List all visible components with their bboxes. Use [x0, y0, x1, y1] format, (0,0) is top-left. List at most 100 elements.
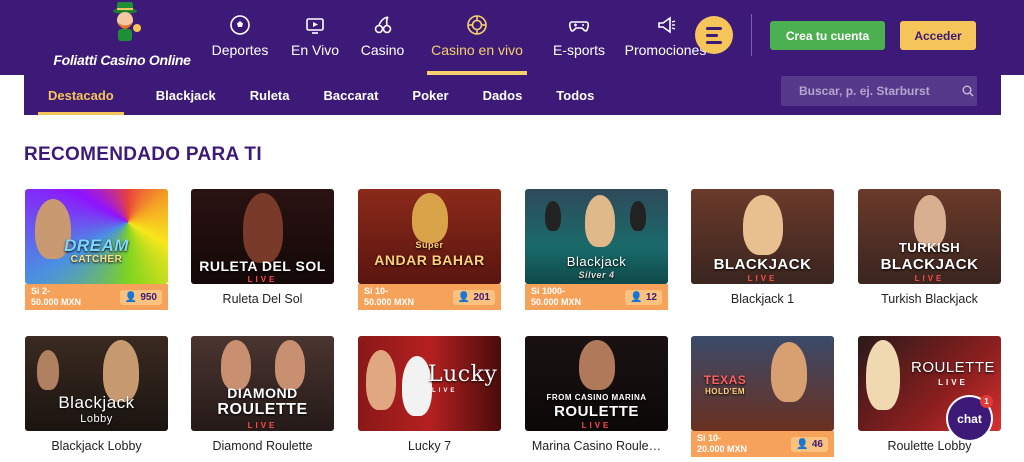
bet-range-line: 50.000 MXN [531, 297, 582, 307]
game-art-subtitle: BLACKJACK [880, 256, 979, 273]
game-name: Roulette Lobby [887, 439, 972, 453]
game-card-diamond-roulette[interactable]: DIAMOND ROULETTE LIVE Diamond Roulette [191, 336, 334, 453]
live-badge: LIVE [581, 421, 612, 430]
live-badge: LIVE [914, 274, 945, 283]
bet-range-line: 50.000 MXN [31, 297, 82, 307]
top-header: Foliatti Casino Online Deportes En Vivo … [0, 0, 1024, 75]
brand-logo[interactable]: Foliatti Casino Online [52, 0, 192, 72]
game-thumbnail: Super ANDAR BAHAR [358, 189, 501, 284]
game-art-title: Blackjack [566, 254, 627, 269]
game-thumbnail: TEXAS HOLD'EM [691, 336, 834, 431]
game-thumbnail: TURKISH BLACKJACK LIVE [858, 189, 1001, 284]
chat-button[interactable]: chat 1 [948, 395, 993, 440]
category-tabs: Destacado Blackjack Ruleta Baccarat Poke… [24, 75, 594, 115]
live-badge: LIVE [938, 378, 968, 387]
bet-range: Si 1000- 50.000 MXN [531, 286, 581, 308]
game-art-subtitle: Silver 4 [578, 270, 615, 280]
gamepad-icon [568, 21, 590, 32]
bet-range-line: 50.000 MXN [364, 297, 415, 307]
live-badge: LIVE [247, 421, 278, 430]
tab-label: Ruleta [249, 87, 290, 103]
search-icon[interactable] [959, 76, 977, 106]
game-card-blackjack-1[interactable]: BLACKJACK LIVE Blackjack 1 [691, 189, 834, 306]
bet-range: Si 10- 50.000 MXN [364, 286, 414, 308]
game-name: Lucky 7 [407, 439, 452, 453]
tab-poker[interactable]: Poker [412, 75, 448, 115]
game-art-title: BLACKJACK [713, 256, 812, 273]
dealer-figure [412, 193, 448, 243]
nav-esports[interactable]: E-sports [539, 0, 619, 75]
player-count-badge: 👤 201 [452, 289, 495, 305]
game-art-title: RULETA DEL SOL [199, 258, 326, 274]
game-card-texas-holdem[interactable]: TEXAS HOLD'EM Si 10- 20.000 MXN 👤 46 [691, 336, 834, 457]
chat-label: chat [957, 411, 982, 426]
tab-baccarat[interactable]: Baccarat [323, 75, 378, 115]
nav-deportes[interactable]: Deportes [200, 0, 280, 75]
game-thumbnail: Blackjack Silver 4 [525, 189, 668, 284]
game-art-title: DIAMOND [227, 385, 298, 401]
game-art-title: ANDAR BAHAR [374, 252, 485, 268]
game-art-title: Blackjack [58, 393, 135, 412]
tab-dados[interactable]: Dados [483, 75, 523, 115]
tab-label: Baccarat [323, 87, 379, 103]
game-card-marina-casino-roulette[interactable]: FROM CASINO MARINA ROULETTE LIVE Marina … [525, 336, 668, 453]
section-title: RECOMENDADO PARA TI [24, 144, 262, 165]
tab-ruleta[interactable]: Ruleta [250, 75, 290, 115]
nav-label: E-sports [552, 42, 606, 58]
game-art-subtitle: ROULETTE [217, 401, 308, 418]
live-tv-icon [306, 18, 324, 34]
game-card-blackjack-lobby[interactable]: Blackjack Lobby Blackjack Lobby [25, 336, 168, 453]
nav-label: Promociones [624, 42, 707, 58]
game-card-ruleta-del-sol[interactable]: RULETA DEL SOL LIVE Ruleta Del Sol [191, 189, 334, 306]
dealer-figure [771, 342, 807, 402]
game-art-subtitle: Lobby [80, 413, 113, 425]
game-name: Blackjack Lobby [51, 439, 142, 453]
game-thumbnail: DIAMOND ROULETTE LIVE [191, 336, 334, 431]
game-card-blackjack-silver-4[interactable]: Blackjack Silver 4 Si 1000- 50.000 MXN 👤 1… [525, 189, 668, 310]
dealer-figure [275, 340, 305, 390]
game-art-super: FROM CASINO MARINA [546, 393, 647, 402]
tab-todos[interactable]: Todos [556, 75, 594, 115]
tab-destacado[interactable]: Destacado [38, 75, 124, 115]
game-art-super: Super [415, 240, 444, 250]
tab-label: Poker [412, 87, 449, 103]
nav-en-vivo[interactable]: En Vivo [280, 0, 350, 75]
login-button[interactable]: Acceder [900, 21, 976, 50]
bet-range-strip: Si 10- 50.000 MXN 👤 201 [358, 284, 501, 310]
megaphone-icon [657, 16, 675, 34]
bet-range-strip: Si 10- 20.000 MXN 👤 46 [691, 431, 834, 457]
game-thumbnail: BLACKJACK LIVE [691, 189, 834, 284]
bet-range: Si 2- 50.000 MXN [31, 286, 81, 308]
hamburger-menu-button[interactable] [695, 16, 733, 54]
game-card-lucky-7[interactable]: Lucky LIVE Lucky 7 [358, 336, 501, 453]
search-input[interactable] [781, 76, 959, 106]
bet-range-line: 20.000 MXN [697, 444, 748, 454]
tab-label: Blackjack [155, 87, 216, 103]
create-account-button[interactable]: Crea tu cuenta [770, 21, 885, 50]
nav-label: Deportes [211, 42, 269, 58]
game-card-super-andar-bahar[interactable]: Super ANDAR BAHAR Si 10- 50.000 MXN 👤 201 [358, 189, 501, 310]
nav-casino[interactable]: Casino [350, 0, 415, 75]
game-thumbnail: RULETA DEL SOL LIVE [191, 189, 334, 284]
live-badge: LIVE [247, 275, 278, 284]
live-badge: LIVE [747, 274, 778, 283]
category-bar: Destacado Blackjack Ruleta Baccarat Poke… [24, 75, 1001, 115]
live-badge: LIVE [432, 388, 458, 394]
nav-label: Casino [360, 42, 405, 58]
nav-casino-en-vivo[interactable]: Casino en vivo [427, 0, 527, 75]
user-icon: 👤 [796, 438, 809, 450]
dealer-figure [37, 350, 59, 390]
dealer-figure [585, 195, 615, 247]
game-card-turkish-blackjack[interactable]: TURKISH BLACKJACK LIVE Turkish Blackjack [858, 189, 1001, 306]
leprechaun-mascot-icon [113, 2, 141, 41]
menu-line [706, 26, 722, 30]
tab-blackjack[interactable]: Blackjack [156, 75, 216, 115]
dealer-figure [630, 201, 646, 231]
bet-range-strip: Si 2- 50.000 MXN 👤 950 [25, 284, 168, 310]
game-thumbnail: FROM CASINO MARINA ROULETTE LIVE [525, 336, 668, 431]
bet-range: Si 10- 20.000 MXN [697, 433, 747, 455]
game-thumbnail: Blackjack Lobby [25, 336, 168, 431]
dealer-figure [243, 193, 283, 263]
game-card-dream-catcher[interactable]: DREAM CATCHER Si 2- 50.000 MXN 👤 950 [25, 189, 168, 310]
game-name: Diamond Roulette [212, 439, 313, 453]
